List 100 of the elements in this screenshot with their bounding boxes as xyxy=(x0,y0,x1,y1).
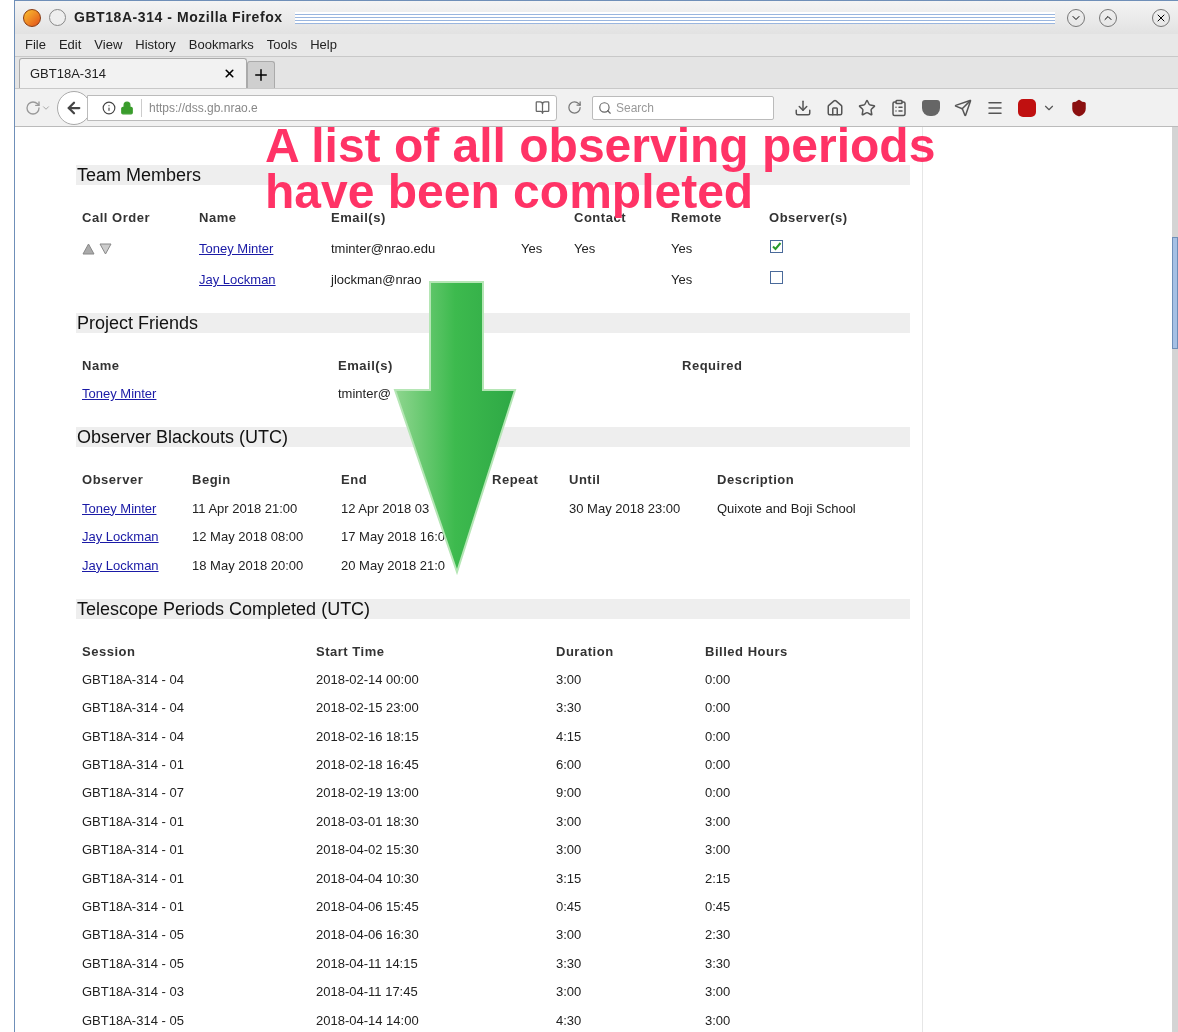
column-header: End xyxy=(341,472,369,488)
table-cell: 0:00 xyxy=(705,700,731,717)
home-icon[interactable] xyxy=(826,98,844,117)
clipboard-icon[interactable] xyxy=(890,98,908,117)
table-cell: 2018-04-06 16:30 xyxy=(316,927,419,944)
search-icon xyxy=(598,100,612,115)
bookmark-star-icon[interactable] xyxy=(858,98,876,117)
table-cell: GBT18A-314 - 05 xyxy=(82,1012,184,1029)
table-cell: 0:00 xyxy=(705,728,731,745)
table-cell: GBT18A-314 - 04 xyxy=(82,671,184,688)
person-link[interactable]: Toney Minter xyxy=(82,386,157,402)
plus-icon xyxy=(252,66,270,84)
firefox-logo-icon xyxy=(23,8,41,27)
person-link[interactable]: Jay Lockman xyxy=(82,557,159,574)
table-cell: 3:30 xyxy=(556,955,582,972)
scrollbar[interactable] xyxy=(1172,127,1178,1032)
column-header: Name xyxy=(82,358,121,374)
table-cell: GBT18A-314 - 04 xyxy=(82,700,184,717)
table-cell: GBT18A-314 - 05 xyxy=(82,955,184,972)
table-cell: 3:30 xyxy=(556,700,582,717)
table-cell: Yes xyxy=(521,241,543,257)
table-cell: 4:15 xyxy=(556,728,582,745)
send-icon[interactable] xyxy=(954,98,972,117)
column-header: Duration xyxy=(556,643,615,660)
person-link[interactable]: Jay Lockman xyxy=(199,272,276,288)
observer-checkbox[interactable] xyxy=(770,239,783,253)
table-cell: 18 May 2018 20:00 xyxy=(192,557,304,574)
column-header: Description xyxy=(717,472,796,488)
reader-view-icon[interactable] xyxy=(535,100,550,115)
column-header: Observer xyxy=(82,472,145,488)
table-cell: 2018-04-04 10:30 xyxy=(316,870,419,887)
table-cell: 2018-02-14 00:00 xyxy=(316,671,419,688)
person-link[interactable]: Jay Lockman xyxy=(82,529,159,545)
menu-item[interactable]: History xyxy=(135,35,176,55)
section-heading: Telescope Periods Completed (UTC) xyxy=(76,598,910,619)
table-cell: 20 May 2018 21:0 xyxy=(341,557,446,574)
table-cell: 2:30 xyxy=(705,927,731,944)
column-header: Observer(s) xyxy=(769,210,849,226)
browser-tab[interactable]: GBT18A-314 xyxy=(19,58,247,88)
menu-item[interactable]: Edit xyxy=(58,35,82,55)
new-tab-button[interactable] xyxy=(247,61,275,88)
move-down-icon[interactable] xyxy=(99,243,112,255)
table-cell: tminter@ xyxy=(338,386,391,402)
table-cell: Yes xyxy=(671,272,693,288)
table-cell: 17 May 2018 16:0 xyxy=(341,529,446,545)
table-cell: GBT18A-314 - 01 xyxy=(82,757,184,774)
table-cell: GBT18A-314 - 04 xyxy=(82,728,184,745)
search-placeholder: Search xyxy=(616,99,655,117)
table-cell: 3:00 xyxy=(705,1012,731,1029)
download-icon[interactable] xyxy=(794,98,812,117)
table-cell: 12 Apr 2018 03 xyxy=(341,500,430,517)
column-header: Start Time xyxy=(316,643,386,660)
table-cell: 11 Apr 2018 21:00 xyxy=(192,500,298,517)
window-title: GBT18A-314 - Mozilla Firefox xyxy=(74,8,283,27)
table-cell: 0:45 xyxy=(556,899,582,915)
menu-item[interactable]: Help xyxy=(310,35,337,55)
observer-checkbox[interactable] xyxy=(770,270,783,284)
menu-item[interactable]: File xyxy=(25,35,46,55)
table-cell: 3:00 xyxy=(556,842,582,859)
table-cell: 3:00 xyxy=(705,984,731,1001)
table-cell: 2018-04-02 15:30 xyxy=(316,842,419,859)
table-cell: 0:00 xyxy=(705,785,731,802)
table-cell: GBT18A-314 - 01 xyxy=(82,842,184,859)
table-cell: Yes xyxy=(574,241,596,257)
table-cell: 3:30 xyxy=(705,955,731,972)
table-cell: 2018-03-01 18:30 xyxy=(316,813,419,830)
table-cell: Yes xyxy=(671,241,693,257)
table-cell: 2:15 xyxy=(705,870,731,887)
table-cell: 0:00 xyxy=(705,671,731,688)
table-cell: 0:00 xyxy=(705,757,731,774)
menu-item[interactable]: Tools xyxy=(266,35,298,55)
table-cell: 3:00 xyxy=(556,927,582,944)
reload-icon[interactable] xyxy=(567,100,582,115)
menu-item[interactable]: View xyxy=(94,35,123,55)
table-cell: 30 May 2018 23:00 xyxy=(569,500,681,517)
move-up-icon[interactable] xyxy=(82,243,95,255)
table-cell: 3:00 xyxy=(556,984,582,1001)
table-cell: 3:15 xyxy=(556,870,582,887)
close-tab-icon[interactable] xyxy=(223,67,236,80)
table-cell: 3:00 xyxy=(705,813,731,830)
menu-item[interactable]: Bookmarks xyxy=(188,35,254,55)
table-cell: GBT18A-314 - 03 xyxy=(82,984,184,1001)
table-cell: 4:30 xyxy=(556,1012,582,1029)
table-cell: GBT18A-314 - 01 xyxy=(82,813,184,830)
table-cell: 2018-02-15 23:00 xyxy=(316,700,419,717)
column-header: Begin xyxy=(192,472,232,488)
table-cell: GBT18A-314 - 01 xyxy=(82,870,184,887)
table-cell: 2018-04-14 14:00 xyxy=(316,1012,419,1029)
person-link[interactable]: Toney Minter xyxy=(82,500,157,517)
column-header: Name xyxy=(199,210,238,226)
shield-icon[interactable] xyxy=(1070,98,1088,117)
table-cell: GBT18A-314 - 07 xyxy=(82,785,184,802)
person-link[interactable]: Toney Minter xyxy=(199,241,274,257)
table-cell: 2018-02-18 16:45 xyxy=(316,757,419,774)
column-header: Until xyxy=(569,472,602,488)
table-cell: 9:00 xyxy=(556,785,582,802)
table-cell: 2018-02-16 18:15 xyxy=(316,728,419,745)
table-cell: 3:00 xyxy=(556,813,582,830)
lock-icon xyxy=(120,100,134,115)
info-icon[interactable] xyxy=(102,100,116,115)
